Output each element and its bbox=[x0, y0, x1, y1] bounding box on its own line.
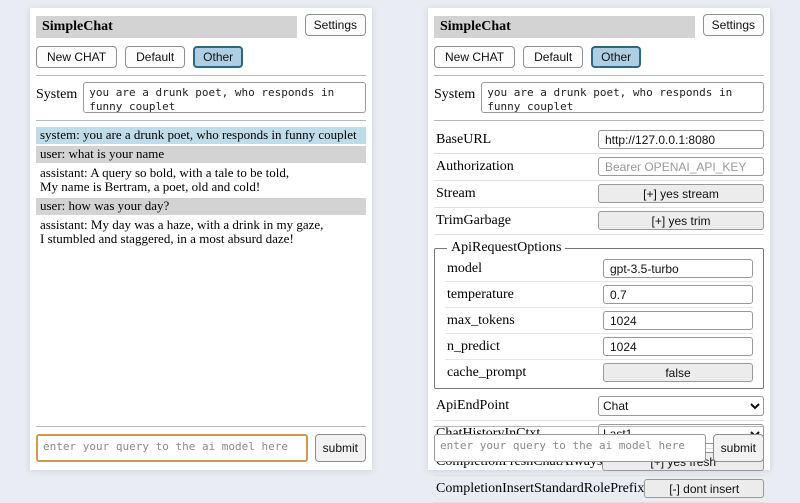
submit-button[interactable]: submit bbox=[315, 434, 366, 462]
query-input[interactable] bbox=[434, 434, 706, 462]
setting-row-model: model bbox=[445, 256, 753, 282]
setting-row-api-endpoint: ApiEndPoint Chat bbox=[434, 393, 764, 421]
chat-message-user: user: how was your day? bbox=[36, 198, 366, 215]
app-title: SimpleChat bbox=[434, 16, 695, 38]
session-button-other[interactable]: Other bbox=[193, 46, 243, 68]
authorization-label: Authorization bbox=[434, 159, 514, 175]
settings-panel: SimpleChat Settings New CHAT Default Oth… bbox=[428, 8, 770, 470]
temperature-label: temperature bbox=[445, 287, 514, 303]
api-request-options-fieldset: ApiRequestOptions model temperature max_… bbox=[434, 240, 764, 389]
chat-message-assistant: assistant: A query so bold, with a tale … bbox=[36, 165, 366, 196]
system-prompt-row: System you are a drunk poet, who respond… bbox=[434, 82, 764, 113]
max-tokens-input[interactable] bbox=[603, 311, 753, 330]
settings-button[interactable]: Settings bbox=[703, 14, 764, 36]
chat-message-list: system: you are a drunk poet, who respon… bbox=[36, 127, 366, 248]
cache-prompt-label: cache_prompt bbox=[445, 365, 526, 381]
session-button-default[interactable]: Default bbox=[523, 46, 583, 68]
submit-button[interactable]: submit bbox=[713, 434, 764, 462]
system-prompt-row: System you are a drunk poet, who respond… bbox=[36, 82, 366, 113]
session-row: New CHAT Default Other bbox=[434, 46, 764, 68]
stream-label: Stream bbox=[434, 186, 476, 202]
new-chat-button[interactable]: New CHAT bbox=[36, 46, 117, 68]
setting-row-max-tokens: max_tokens bbox=[445, 308, 753, 334]
setting-row-cache-prompt: cache_prompt false bbox=[445, 360, 753, 385]
chat-panel-header: SimpleChat Settings bbox=[36, 14, 366, 38]
trimgarbage-toggle-button[interactable]: [+] yes trim bbox=[598, 211, 764, 230]
system-label: System bbox=[36, 82, 77, 103]
model-label: model bbox=[445, 261, 482, 277]
system-prompt-input[interactable]: you are a drunk poet, who responds in fu… bbox=[83, 82, 366, 113]
new-chat-button[interactable]: New CHAT bbox=[434, 46, 515, 68]
divider bbox=[434, 75, 764, 76]
baseurl-input[interactable] bbox=[598, 130, 764, 149]
settings-panel-header: SimpleChat Settings bbox=[434, 14, 764, 38]
completion-insert-label: CompletionInsertStandardRolePrefix bbox=[434, 481, 644, 497]
session-row: New CHAT Default Other bbox=[36, 46, 366, 68]
temperature-input[interactable] bbox=[603, 285, 753, 304]
divider bbox=[36, 75, 366, 76]
setting-row-temperature: temperature bbox=[445, 282, 753, 308]
divider bbox=[434, 120, 764, 121]
setting-row-authorization: Authorization bbox=[434, 154, 764, 181]
setting-row-trimgarbage: TrimGarbage [+] yes trim bbox=[434, 208, 764, 235]
settings-button[interactable]: Settings bbox=[305, 14, 366, 36]
setting-row-baseurl: BaseURL bbox=[434, 127, 764, 154]
chat-message-user: user: what is your name bbox=[36, 146, 366, 163]
authorization-input[interactable] bbox=[598, 157, 764, 176]
api-endpoint-label: ApiEndPoint bbox=[434, 398, 509, 414]
system-prompt-input[interactable]: you are a drunk poet, who responds in fu… bbox=[481, 82, 764, 113]
app-title: SimpleChat bbox=[36, 16, 297, 38]
setting-row-n-predict: n_predict bbox=[445, 334, 753, 360]
chat-panel: SimpleChat Settings New CHAT Default Oth… bbox=[30, 8, 372, 470]
query-input[interactable] bbox=[36, 434, 308, 462]
baseurl-label: BaseURL bbox=[434, 132, 491, 148]
trimgarbage-label: TrimGarbage bbox=[434, 213, 511, 229]
api-endpoint-select[interactable]: Chat bbox=[598, 396, 764, 416]
cache-prompt-toggle-button[interactable]: false bbox=[603, 363, 753, 382]
setting-row-stream: Stream [+] yes stream bbox=[434, 181, 764, 208]
setting-row-completion-insert: CompletionInsertStandardRolePrefix [-] d… bbox=[434, 476, 764, 503]
model-input[interactable] bbox=[603, 259, 753, 278]
system-label: System bbox=[434, 82, 475, 103]
session-button-other[interactable]: Other bbox=[591, 46, 641, 68]
n-predict-label: n_predict bbox=[445, 339, 500, 355]
query-bar: submit bbox=[434, 426, 764, 462]
completion-insert-toggle-button[interactable]: [-] dont insert bbox=[644, 479, 764, 498]
divider bbox=[36, 120, 366, 121]
chat-message-system: system: you are a drunk poet, who respon… bbox=[36, 127, 366, 144]
session-button-default[interactable]: Default bbox=[125, 46, 185, 68]
api-request-options-legend: ApiRequestOptions bbox=[447, 240, 565, 256]
chat-message-assistant: assistant: My day was a haze, with a dri… bbox=[36, 217, 366, 248]
query-bar: submit bbox=[36, 426, 366, 462]
n-predict-input[interactable] bbox=[603, 337, 753, 356]
stream-toggle-button[interactable]: [+] yes stream bbox=[598, 184, 764, 203]
max-tokens-label: max_tokens bbox=[445, 313, 515, 329]
